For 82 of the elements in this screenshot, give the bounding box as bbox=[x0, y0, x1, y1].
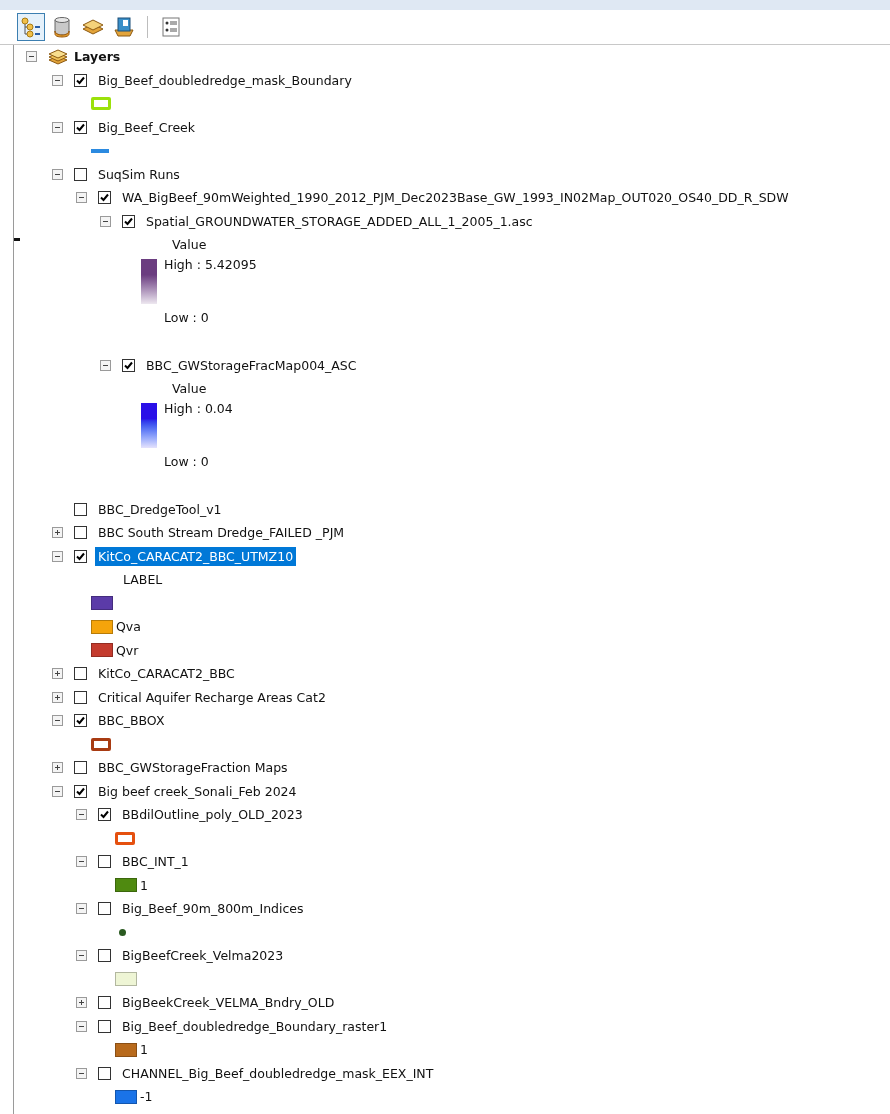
visibility-checkbox[interactable] bbox=[74, 526, 87, 540]
layer-name[interactable]: Big_Beef_doubledredge_mask_Boundary bbox=[95, 70, 355, 90]
visibility-checkbox[interactable] bbox=[98, 855, 111, 869]
layer-name[interactable]: BBC_GWStorageFraction Maps bbox=[95, 758, 291, 778]
legend-label: 1 bbox=[140, 1042, 148, 1058]
visibility-checkbox[interactable] bbox=[74, 690, 87, 704]
legend-heading: Value bbox=[172, 381, 207, 397]
collapse-toggle[interactable] bbox=[52, 785, 63, 797]
collapse-toggle[interactable] bbox=[76, 809, 87, 821]
layer-name[interactable]: Critical Aquifer Recharge Areas Cat2 bbox=[95, 687, 329, 707]
layer-name[interactable]: KitCo_CARACAT2_BBC_UTMZ10 bbox=[95, 546, 297, 566]
expand-toggle[interactable] bbox=[52, 762, 63, 774]
layer-name[interactable]: BigBeefCreek_Velma2023 bbox=[119, 946, 287, 966]
collapse-toggle[interactable] bbox=[76, 950, 87, 962]
collapse-toggle[interactable] bbox=[52, 715, 63, 727]
layer-name[interactable]: BBC_DredgeTool_v1 bbox=[95, 499, 225, 519]
layer-name[interactable]: KitCo_CARACAT2_BBC bbox=[95, 664, 238, 684]
collapse-toggle[interactable] bbox=[76, 856, 87, 868]
visibility-checkbox[interactable] bbox=[74, 167, 87, 181]
collapse-toggle[interactable] bbox=[76, 1020, 87, 1032]
layer-name[interactable]: BBC_INT_1 bbox=[119, 852, 192, 872]
legend-heading: Value bbox=[172, 237, 207, 253]
tree-list-icon bbox=[20, 16, 42, 38]
layer-name[interactable]: BBdilOutline_poly_OLD_2023 bbox=[119, 805, 306, 825]
expand-toggle[interactable] bbox=[52, 691, 63, 703]
legend-label: High : 0.04 bbox=[164, 400, 233, 416]
collapse-toggle[interactable] bbox=[100, 215, 111, 227]
legend-label: Qva bbox=[116, 619, 141, 635]
layer-name[interactable]: Big_Beef_Creek bbox=[95, 117, 199, 137]
database-icon bbox=[53, 16, 71, 38]
visibility-checkbox[interactable] bbox=[98, 808, 111, 822]
list-icon bbox=[162, 17, 180, 37]
legend-label: Qvr bbox=[116, 642, 139, 658]
collapse-toggle[interactable] bbox=[52, 550, 63, 562]
layer-name[interactable]: CHANNEL_Big_Beef_doubledredge_mask_EEX_INT bbox=[119, 1063, 437, 1083]
layers-label[interactable]: Layers bbox=[71, 47, 124, 67]
legend-label: 1 bbox=[140, 877, 148, 893]
collapse-toggle[interactable] bbox=[76, 903, 87, 915]
visibility-checkbox[interactable] bbox=[74, 784, 87, 798]
layer-name[interactable]: WA_BigBeef_90mWeighted_1990_2012_PJM_Dec2023Base_GW_1993_IN02Map_OUT020_OS40_DD_R_SDW bbox=[119, 188, 792, 208]
layers-icon bbox=[48, 48, 68, 65]
layer-name[interactable]: Big_Beef_doubledredge_Boundary_raster1 bbox=[119, 1016, 391, 1036]
visibility-checkbox[interactable] bbox=[98, 949, 111, 963]
collapse-toggle[interactable] bbox=[52, 121, 63, 133]
collapse-toggle[interactable] bbox=[76, 192, 87, 204]
drawing-order-view-button[interactable] bbox=[17, 13, 45, 41]
layer-name[interactable]: Spatial_GROUNDWATER_STORAGE_ADDED_ALL_1_2005_1.asc bbox=[143, 211, 536, 231]
visibility-checkbox[interactable] bbox=[74, 761, 87, 775]
visibility-checkbox[interactable] bbox=[74, 73, 87, 87]
legend-label: High : 5.42095 bbox=[164, 256, 257, 272]
collapse-toggle[interactable] bbox=[100, 359, 111, 371]
visibility-checkbox[interactable] bbox=[98, 996, 111, 1010]
legend-label: -1 bbox=[140, 1089, 153, 1105]
visibility-checkbox[interactable] bbox=[74, 502, 87, 516]
map-page-icon bbox=[113, 16, 135, 38]
visibility-checkbox[interactable] bbox=[74, 549, 87, 563]
visibility-checkbox[interactable] bbox=[98, 1066, 111, 1080]
legend-heading: LABEL bbox=[123, 572, 163, 588]
expand-toggle[interactable] bbox=[52, 668, 63, 680]
layer-name[interactable]: BBC_BBOX bbox=[95, 711, 168, 731]
collapse-toggle[interactable] bbox=[52, 74, 63, 86]
visibility-checkbox[interactable] bbox=[74, 667, 87, 681]
visibility-checkbox[interactable] bbox=[98, 191, 111, 205]
legend-label: Low : 0 bbox=[164, 453, 209, 469]
layer-name[interactable]: BBC_GWStorageFracMap004_ASC bbox=[143, 355, 360, 375]
visibility-checkbox[interactable] bbox=[122, 214, 135, 228]
visibility-checkbox[interactable] bbox=[74, 120, 87, 134]
collapse-toggle[interactable] bbox=[26, 51, 37, 63]
visibility-checkbox[interactable] bbox=[98, 1019, 111, 1033]
expand-toggle[interactable] bbox=[76, 997, 87, 1009]
layer-name[interactable]: Big_Beef_90m_800m_Indices bbox=[119, 899, 307, 919]
expand-toggle[interactable] bbox=[52, 527, 63, 539]
collapse-toggle[interactable] bbox=[76, 1067, 87, 1079]
layer-name[interactable]: BBC South Stream Dredge_FAILED _PJM bbox=[95, 523, 348, 543]
visibility-checkbox[interactable] bbox=[74, 714, 87, 728]
visibility-checkbox[interactable] bbox=[98, 902, 111, 916]
visibility-checkbox[interactable] bbox=[122, 358, 135, 372]
collapse-toggle[interactable] bbox=[52, 168, 63, 180]
legend-label: Low : 0 bbox=[164, 309, 209, 325]
layer-name[interactable]: SuqSim Runs bbox=[95, 164, 183, 184]
layer-name[interactable]: BigBeekCreek_VELMA_Bndry_OLD bbox=[119, 993, 338, 1013]
layer-name[interactable]: Big beef creek_Sonali_Feb 2024 bbox=[95, 781, 300, 801]
